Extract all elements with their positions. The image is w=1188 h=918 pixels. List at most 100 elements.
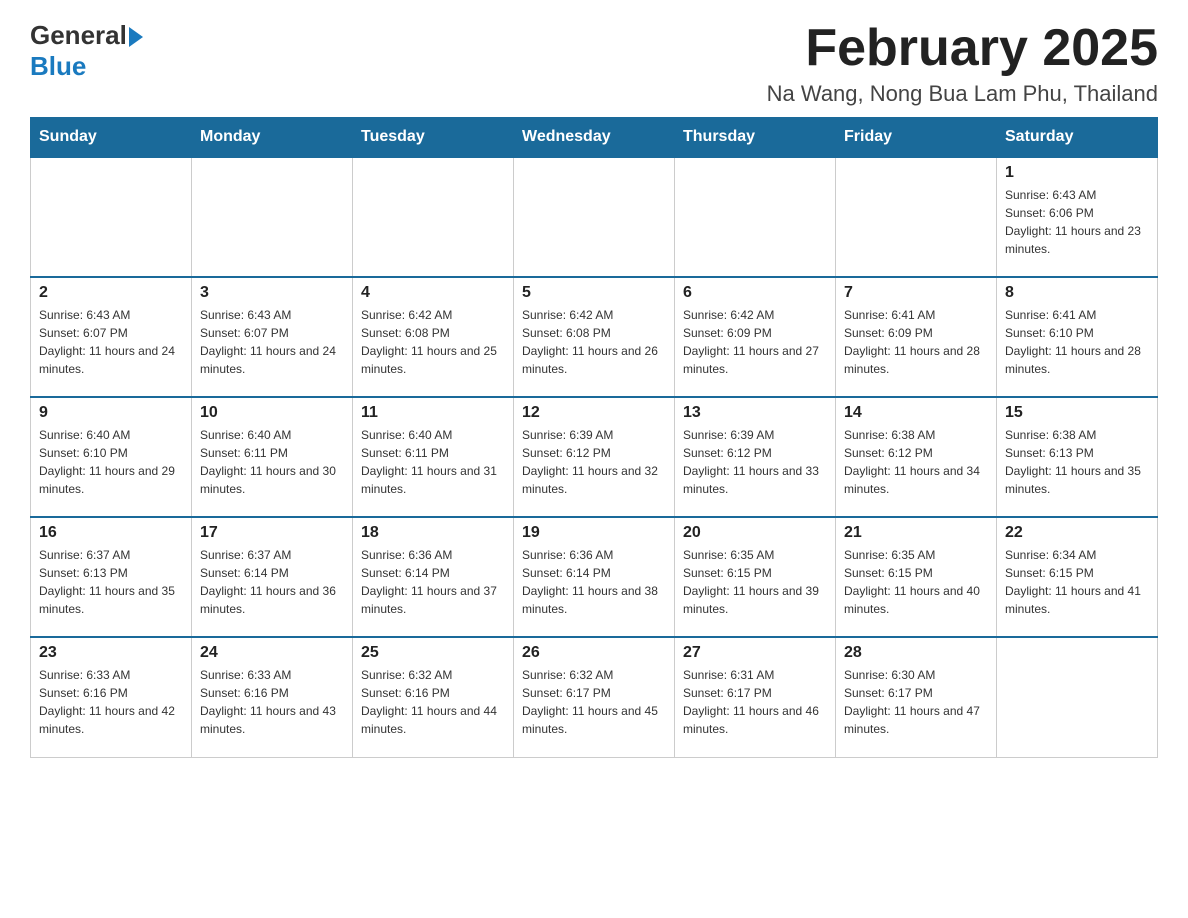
calendar-cell: 23Sunrise: 6:33 AM Sunset: 6:16 PM Dayli…: [31, 637, 192, 757]
day-info: Sunrise: 6:40 AM Sunset: 6:11 PM Dayligh…: [361, 426, 505, 498]
calendar-table: SundayMondayTuesdayWednesdayThursdayFrid…: [30, 117, 1158, 758]
day-number: 14: [844, 404, 988, 422]
weekday-header-wednesday: Wednesday: [514, 118, 675, 158]
month-title: February 2025: [767, 20, 1158, 77]
calendar-cell: 22 Sunrise: 6:34 AM Sunset: 6:15 PM Dayli…: [997, 517, 1158, 637]
day-info: Sunrise: 6:39 AM Sunset: 6:12 PM Dayligh…: [683, 426, 827, 498]
calendar-cell: 13 Sunrise: 6:39 AM Sunset: 6:12 PM Dayli…: [675, 397, 836, 517]
day-info: Sunrise: 6:38 AM Sunset: 6:13 PM Dayligh…: [1005, 426, 1149, 498]
calendar-cell: [31, 157, 192, 277]
day-number: 20: [683, 524, 827, 542]
calendar-cell: 10 Sunrise: 6:40 AM Sunset: 6:11 PM Dayli…: [192, 397, 353, 517]
weekday-header-saturday: Saturday: [997, 118, 1158, 158]
day-number: 1: [1005, 164, 1149, 182]
day-info: Sunrise: 6:33 AM Sunset: 6:16 PM Dayligh…: [39, 666, 183, 738]
calendar-cell: 9 Sunrise: 6:40 AM Sunset: 6:10 PM Daylig…: [31, 397, 192, 517]
calendar-cell: 11Sunrise: 6:40 AM Sunset: 6:11 PM Dayli…: [353, 397, 514, 517]
calendar-cell: [997, 637, 1158, 757]
day-info: Sunrise: 6:40 AM Sunset: 6:11 PM Dayligh…: [200, 426, 344, 498]
day-number: 9: [39, 404, 183, 422]
day-info: Sunrise: 6:42 AM Sunset: 6:08 PM Dayligh…: [522, 306, 666, 378]
calendar-cell: 17 Sunrise: 6:37 AM Sunset: 6:14 PM Dayli…: [192, 517, 353, 637]
day-number: 10: [200, 404, 344, 422]
day-info: Sunrise: 6:43 AM Sunset: 6:06 PM Dayligh…: [1005, 186, 1149, 258]
calendar-cell: [192, 157, 353, 277]
day-number: 21: [844, 524, 988, 542]
day-info: Sunrise: 6:40 AM Sunset: 6:10 PM Dayligh…: [39, 426, 183, 498]
weekday-header-thursday: Thursday: [675, 118, 836, 158]
day-info: Sunrise: 6:35 AM Sunset: 6:15 PM Dayligh…: [844, 546, 988, 618]
day-number: 28: [844, 644, 988, 662]
weekday-header-friday: Friday: [836, 118, 997, 158]
day-info: Sunrise: 6:41 AM Sunset: 6:10 PM Dayligh…: [1005, 306, 1149, 378]
day-info: Sunrise: 6:42 AM Sunset: 6:09 PM Dayligh…: [683, 306, 827, 378]
day-number: 26: [522, 644, 666, 662]
day-info: Sunrise: 6:31 AM Sunset: 6:17 PM Dayligh…: [683, 666, 827, 738]
day-info: Sunrise: 6:36 AM Sunset: 6:14 PM Dayligh…: [361, 546, 505, 618]
calendar-week-row: 2 Sunrise: 6:43 AM Sunset: 6:07 PM Daylig…: [31, 277, 1158, 397]
calendar-cell: 28 Sunrise: 6:30 AM Sunset: 6:17 PM Dayli…: [836, 637, 997, 757]
day-number: 16: [39, 524, 183, 542]
day-number: 18: [361, 524, 505, 542]
calendar-cell: [514, 157, 675, 277]
location-title: Na Wang, Nong Bua Lam Phu, Thailand: [767, 81, 1158, 107]
calendar-cell: 15 Sunrise: 6:38 AM Sunset: 6:13 PM Dayli…: [997, 397, 1158, 517]
calendar-cell: 4 Sunrise: 6:42 AM Sunset: 6:08 PM Daylig…: [353, 277, 514, 397]
page-header: General Blue February 2025 Na Wang, Nong…: [30, 20, 1158, 107]
calendar-cell: [675, 157, 836, 277]
day-info: Sunrise: 6:30 AM Sunset: 6:17 PM Dayligh…: [844, 666, 988, 738]
day-info: Sunrise: 6:37 AM Sunset: 6:13 PM Dayligh…: [39, 546, 183, 618]
day-number: 12: [522, 404, 666, 422]
calendar-cell: 27 Sunrise: 6:31 AM Sunset: 6:17 PM Dayli…: [675, 637, 836, 757]
day-number: 3: [200, 284, 344, 302]
calendar-week-row: 23Sunrise: 6:33 AM Sunset: 6:16 PM Dayli…: [31, 637, 1158, 757]
calendar-cell: 1 Sunrise: 6:43 AM Sunset: 6:06 PM Daylig…: [997, 157, 1158, 277]
calendar-cell: 25Sunrise: 6:32 AM Sunset: 6:16 PM Dayli…: [353, 637, 514, 757]
calendar-cell: [836, 157, 997, 277]
title-area: February 2025 Na Wang, Nong Bua Lam Phu,…: [767, 20, 1158, 107]
weekday-header-tuesday: Tuesday: [353, 118, 514, 158]
day-info: Sunrise: 6:32 AM Sunset: 6:16 PM Dayligh…: [361, 666, 505, 738]
calendar-cell: 18 Sunrise: 6:36 AM Sunset: 6:14 PM Dayli…: [353, 517, 514, 637]
day-info: Sunrise: 6:42 AM Sunset: 6:08 PM Dayligh…: [361, 306, 505, 378]
day-info: Sunrise: 6:35 AM Sunset: 6:15 PM Dayligh…: [683, 546, 827, 618]
logo-general-label: General: [30, 20, 127, 51]
day-info: Sunrise: 6:43 AM Sunset: 6:07 PM Dayligh…: [39, 306, 183, 378]
day-number: 24: [200, 644, 344, 662]
calendar-cell: 2 Sunrise: 6:43 AM Sunset: 6:07 PM Daylig…: [31, 277, 192, 397]
logo-general-text: General: [30, 20, 143, 51]
day-info: Sunrise: 6:38 AM Sunset: 6:12 PM Dayligh…: [844, 426, 988, 498]
day-number: 27: [683, 644, 827, 662]
day-number: 13: [683, 404, 827, 422]
day-info: Sunrise: 6:32 AM Sunset: 6:17 PM Dayligh…: [522, 666, 666, 738]
calendar-cell: 16 Sunrise: 6:37 AM Sunset: 6:13 PM Dayli…: [31, 517, 192, 637]
day-info: Sunrise: 6:37 AM Sunset: 6:14 PM Dayligh…: [200, 546, 344, 618]
calendar-week-row: 1 Sunrise: 6:43 AM Sunset: 6:06 PM Daylig…: [31, 157, 1158, 277]
day-number: 6: [683, 284, 827, 302]
day-number: 22: [1005, 524, 1149, 542]
day-info: Sunrise: 6:33 AM Sunset: 6:16 PM Dayligh…: [200, 666, 344, 738]
logo-arrow-icon: [129, 27, 143, 47]
calendar-cell: 7 Sunrise: 6:41 AM Sunset: 6:09 PM Daylig…: [836, 277, 997, 397]
weekday-header-row: SundayMondayTuesdayWednesdayThursdayFrid…: [31, 118, 1158, 158]
calendar-cell: 3 Sunrise: 6:43 AM Sunset: 6:07 PM Daylig…: [192, 277, 353, 397]
day-info: Sunrise: 6:34 AM Sunset: 6:15 PM Dayligh…: [1005, 546, 1149, 618]
calendar-week-row: 16 Sunrise: 6:37 AM Sunset: 6:13 PM Dayli…: [31, 517, 1158, 637]
day-number: 5: [522, 284, 666, 302]
day-info: Sunrise: 6:43 AM Sunset: 6:07 PM Dayligh…: [200, 306, 344, 378]
calendar-cell: [353, 157, 514, 277]
logo-blue-label: Blue: [30, 51, 86, 82]
day-number: 15: [1005, 404, 1149, 422]
calendar-cell: 12 Sunrise: 6:39 AM Sunset: 6:12 PM Dayli…: [514, 397, 675, 517]
calendar-cell: 26 Sunrise: 6:32 AM Sunset: 6:17 PM Dayli…: [514, 637, 675, 757]
weekday-header-monday: Monday: [192, 118, 353, 158]
day-number: 19: [522, 524, 666, 542]
day-number: 2: [39, 284, 183, 302]
day-number: 4: [361, 284, 505, 302]
day-number: 17: [200, 524, 344, 542]
day-number: 7: [844, 284, 988, 302]
day-info: Sunrise: 6:39 AM Sunset: 6:12 PM Dayligh…: [522, 426, 666, 498]
calendar-cell: 20 Sunrise: 6:35 AM Sunset: 6:15 PM Dayli…: [675, 517, 836, 637]
day-number: 8: [1005, 284, 1149, 302]
day-info: Sunrise: 6:41 AM Sunset: 6:09 PM Dayligh…: [844, 306, 988, 378]
